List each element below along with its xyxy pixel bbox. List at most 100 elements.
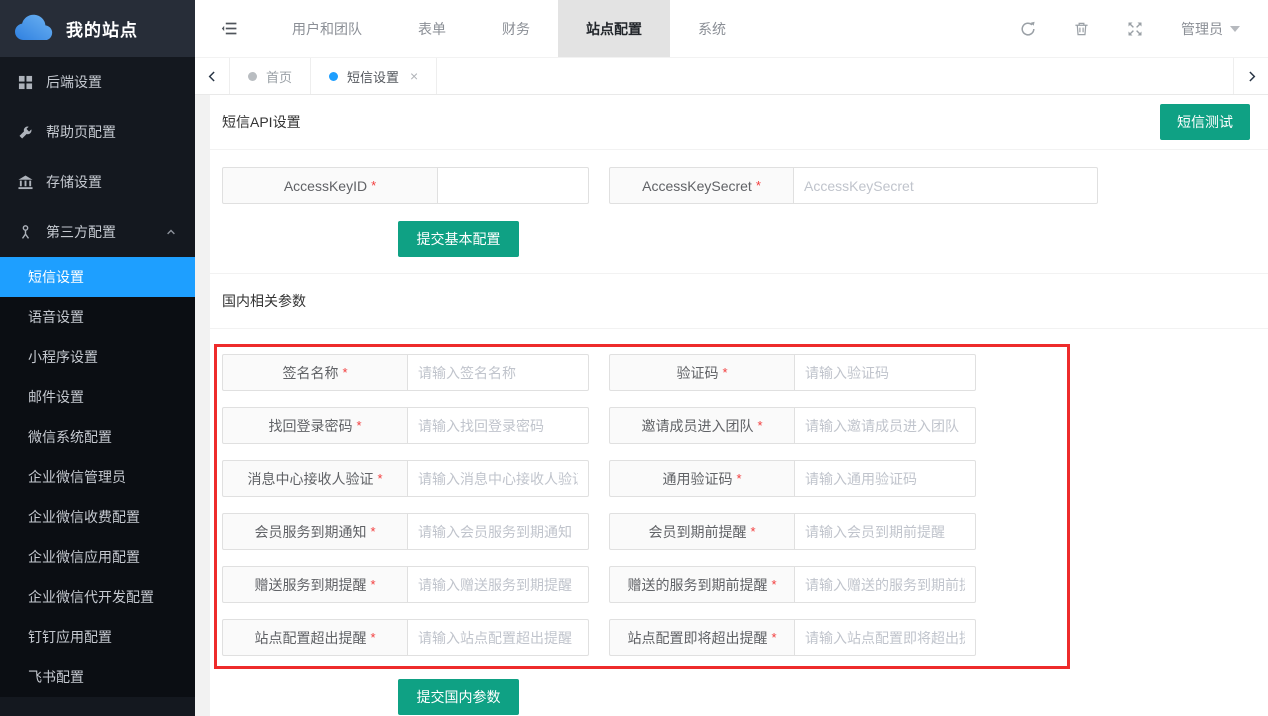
field-label-text: 验证码	[676, 363, 718, 383]
field-label: 消息中心接收人验证*	[222, 460, 408, 497]
subitem-label: 飞书配置	[28, 667, 84, 687]
site-title: 我的站点	[66, 16, 138, 41]
required-mark: *	[757, 418, 762, 433]
sidebar-subitem-wecom-billing-config[interactable]: 企业微信收费配置	[0, 497, 195, 537]
membership-pre-expiry-reminder-input[interactable]	[794, 513, 976, 550]
admin-dropdown[interactable]: 管理员	[1181, 19, 1240, 39]
form-field: 邀请成员进入团队*	[609, 407, 976, 444]
field-label: 赠送服务到期提醒 *	[222, 566, 408, 603]
sidebar-subitem-mail-settings[interactable]: 邮件设置	[0, 377, 195, 417]
domestic-section-title: 国内相关参数	[210, 273, 1268, 329]
field-label: 签名名称*	[222, 354, 408, 391]
form-field: 赠送服务到期提醒 *	[222, 566, 589, 603]
subitem-label: 企业微信收费配置	[28, 507, 140, 527]
trash-icon[interactable]	[1074, 21, 1089, 37]
gift-service-pre-expiry-reminder-input[interactable]	[794, 566, 976, 603]
subitem-label: 小程序设置	[28, 347, 98, 367]
sidebar-subitem-miniprogram-settings[interactable]: 小程序设置	[0, 337, 195, 377]
nav-item-forms[interactable]: 表单	[390, 0, 474, 57]
field-label: AccessKeySecret *	[609, 167, 794, 204]
accesskeyid-input[interactable]	[437, 167, 589, 204]
sidebar-subitem-wecom-app-config[interactable]: 企业微信应用配置	[0, 537, 195, 577]
sidebar-item-help-page-config[interactable]: 帮助页配置	[0, 107, 195, 157]
api-fields-row: AccessKeyID * AccessKeySecret *	[222, 167, 1268, 204]
required-mark: *	[342, 365, 347, 380]
sidebar-item-backend-settings[interactable]: 后端设置	[0, 57, 195, 107]
tabs-scroll-right-icon[interactable]	[1233, 58, 1268, 94]
field-label-text: 赠送的服务到期前提醒	[627, 575, 767, 595]
subitem-label: 语音设置	[28, 307, 84, 327]
tab-sms-settings[interactable]: 短信设置 ×	[311, 58, 437, 94]
sidebar-logo[interactable]: 我的站点	[0, 0, 195, 57]
gift-service-expiry-reminder-input[interactable]	[407, 566, 589, 603]
field-label: 验证码*	[609, 354, 795, 391]
tabs-scroll-left-icon[interactable]	[195, 58, 230, 94]
nav-item-site-config[interactable]: 站点配置	[558, 0, 670, 57]
nav-label: 用户和团队	[292, 19, 362, 39]
form-field: 会员到期前提醒*	[609, 513, 976, 550]
sidebar-subitem-wecom-admin[interactable]: 企业微信管理员	[0, 457, 195, 497]
password-recovery-input[interactable]	[407, 407, 589, 444]
admin-label: 管理员	[1181, 19, 1223, 39]
site-config-about-to-exceed-reminder-input[interactable]	[794, 619, 976, 656]
submit-basic-config-button[interactable]: 提交基本配置	[398, 221, 519, 257]
site-config-exceeded-reminder-input[interactable]	[407, 619, 589, 656]
api-section-header: 短信API设置 短信测试	[210, 95, 1268, 150]
sidebar-item-third-party-config[interactable]: 第三方配置	[0, 207, 195, 257]
tab-close-icon[interactable]: ×	[410, 68, 418, 84]
accesskeysecret-input[interactable]	[793, 167, 1098, 204]
menu-fold-icon[interactable]	[195, 0, 264, 57]
subitem-label: 钉钉应用配置	[28, 627, 112, 647]
caret-down-icon	[1230, 26, 1240, 32]
sidebar-subitem-wechat-system-config[interactable]: 微信系统配置	[0, 417, 195, 457]
api-section-title: 短信API设置	[222, 112, 301, 132]
tab-label: 短信设置	[347, 67, 399, 86]
field-label-text: 通用验证码	[662, 469, 732, 489]
sidebar-subitem-sms-settings[interactable]: 短信设置	[0, 257, 195, 297]
sidebar-item-storage-settings[interactable]: 存储设置	[0, 157, 195, 207]
form-field: 通用验证码*	[609, 460, 976, 497]
sidebar-subitem-wecom-dev-config[interactable]: 企业微信代开发配置	[0, 577, 195, 617]
required-mark: *	[771, 630, 776, 645]
signature-name-input[interactable]	[407, 354, 589, 391]
person-icon	[18, 224, 34, 240]
sidebar-subitem-voice-settings[interactable]: 语音设置	[0, 297, 195, 337]
required-mark: *	[370, 577, 375, 592]
form-row: 消息中心接收人验证* 通用验证码*	[222, 460, 1067, 497]
sms-test-button[interactable]: 短信测试	[1160, 104, 1250, 140]
field-label-text: 消息中心接收人验证	[247, 469, 373, 489]
field-label: 赠送的服务到期前提醒*	[609, 566, 795, 603]
general-verification-code-input[interactable]	[794, 460, 976, 497]
form-field: 找回登录密码*	[222, 407, 589, 444]
required-mark: *	[371, 178, 376, 193]
field-label: 找回登录密码*	[222, 407, 408, 444]
field-label-text: 赠送服务到期提醒	[254, 575, 366, 595]
nav-item-users-teams[interactable]: 用户和团队	[264, 0, 390, 57]
main-content: 短信API设置 短信测试 AccessKeyID * AccessKe	[210, 95, 1268, 716]
form-field: AccessKeyID *	[222, 167, 589, 204]
invite-member-input[interactable]	[794, 407, 976, 444]
fullscreen-icon[interactable]	[1127, 21, 1143, 37]
form-row: 会员服务到期通知* 会员到期前提醒*	[222, 513, 1067, 550]
submit-domestic-params-button[interactable]: 提交国内参数	[398, 679, 519, 715]
tab-home[interactable]: 首页	[230, 58, 311, 94]
sidebar-subitem-feishu-config[interactable]: 飞书配置	[0, 657, 195, 697]
form-field: AccessKeySecret *	[609, 167, 1098, 204]
membership-expiry-notice-input[interactable]	[407, 513, 589, 550]
refresh-icon[interactable]	[1020, 21, 1036, 37]
sidebar-item-label: 第三方配置	[46, 222, 116, 242]
form-field: 验证码*	[609, 354, 976, 391]
api-submit-row: 提交基本配置	[398, 221, 1268, 257]
nav-item-finance[interactable]: 财务	[474, 0, 558, 57]
subitem-label: 企业微信应用配置	[28, 547, 140, 567]
bank-icon	[18, 174, 34, 190]
top-navbar: 用户和团队 表单 财务 站点配置 系统	[195, 0, 1268, 57]
nav-item-system[interactable]: 系统	[670, 0, 754, 57]
domestic-fields-highlight-box: 签名名称* 验证码* 找回登录密码*	[214, 344, 1070, 669]
verification-code-input[interactable]	[794, 354, 976, 391]
message-center-receiver-input[interactable]	[407, 460, 589, 497]
sidebar: 我的站点 后端设置 帮助页配置	[0, 0, 195, 716]
sidebar-item-label: 存储设置	[46, 172, 102, 192]
sidebar-subitem-dingtalk-app-config[interactable]: 钉钉应用配置	[0, 617, 195, 657]
field-label: 邀请成员进入团队*	[609, 407, 795, 444]
